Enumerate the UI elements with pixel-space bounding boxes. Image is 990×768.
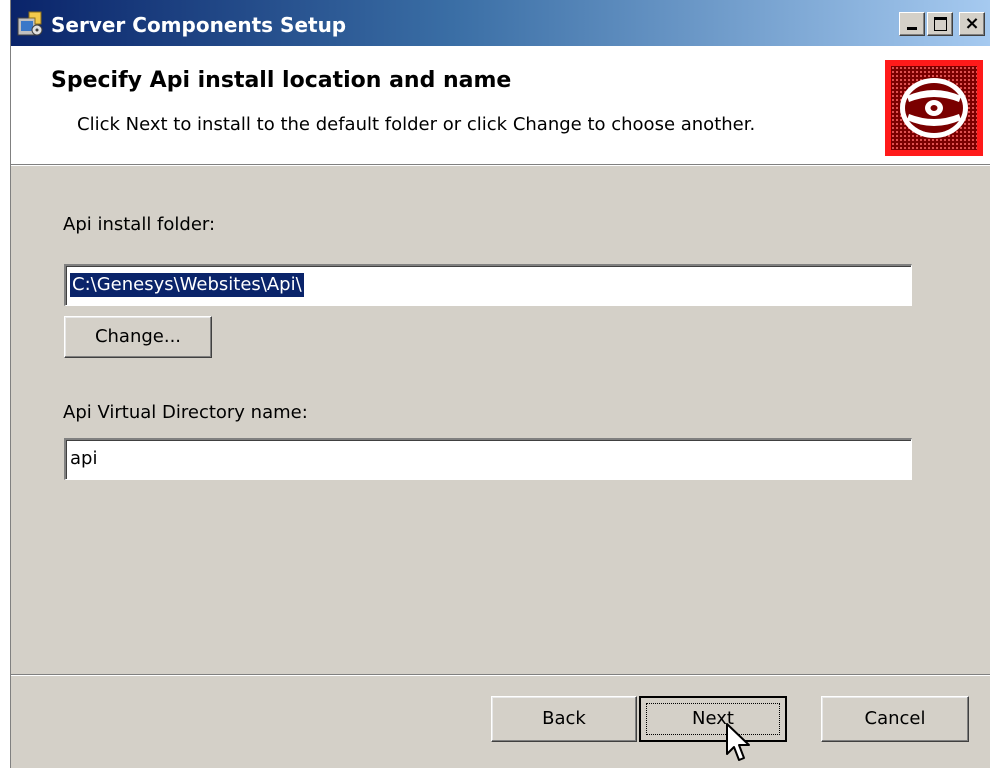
page-description: Click Next to install to the default fol…	[77, 114, 756, 135]
mouse-pointer-icon	[725, 722, 753, 766]
window-title: Server Components Setup	[51, 13, 347, 37]
minimize-button[interactable]	[899, 12, 925, 36]
virtual-directory-input[interactable]: api	[64, 438, 912, 480]
installer-icon	[15, 10, 45, 38]
page-title: Specify Api install location and name	[51, 68, 512, 93]
footer-divider	[11, 674, 990, 676]
back-button[interactable]: Back	[491, 696, 637, 742]
disc-icon	[885, 60, 983, 156]
install-folder-label: Api install folder:	[63, 214, 216, 235]
maximize-button[interactable]	[927, 12, 953, 36]
virtual-directory-label: Api Virtual Directory name:	[63, 402, 308, 423]
header-banner: Specify Api install location and name Cl…	[11, 46, 990, 165]
install-folder-input[interactable]: C:\Genesys\Websites\Api\	[64, 264, 912, 306]
focus-rectangle	[646, 703, 780, 735]
install-folder-value: C:\Genesys\Websites\Api\	[70, 273, 304, 297]
close-button[interactable]: ×	[959, 12, 985, 36]
cancel-button[interactable]: Cancel	[821, 696, 969, 742]
next-button[interactable]: Next	[639, 696, 787, 742]
setup-dialog: Server Components Setup × Specify Api in…	[10, 0, 990, 768]
change-button[interactable]: Change...	[64, 316, 212, 358]
close-icon: ×	[964, 13, 980, 34]
title-bar[interactable]: Server Components Setup ×	[11, 0, 990, 46]
